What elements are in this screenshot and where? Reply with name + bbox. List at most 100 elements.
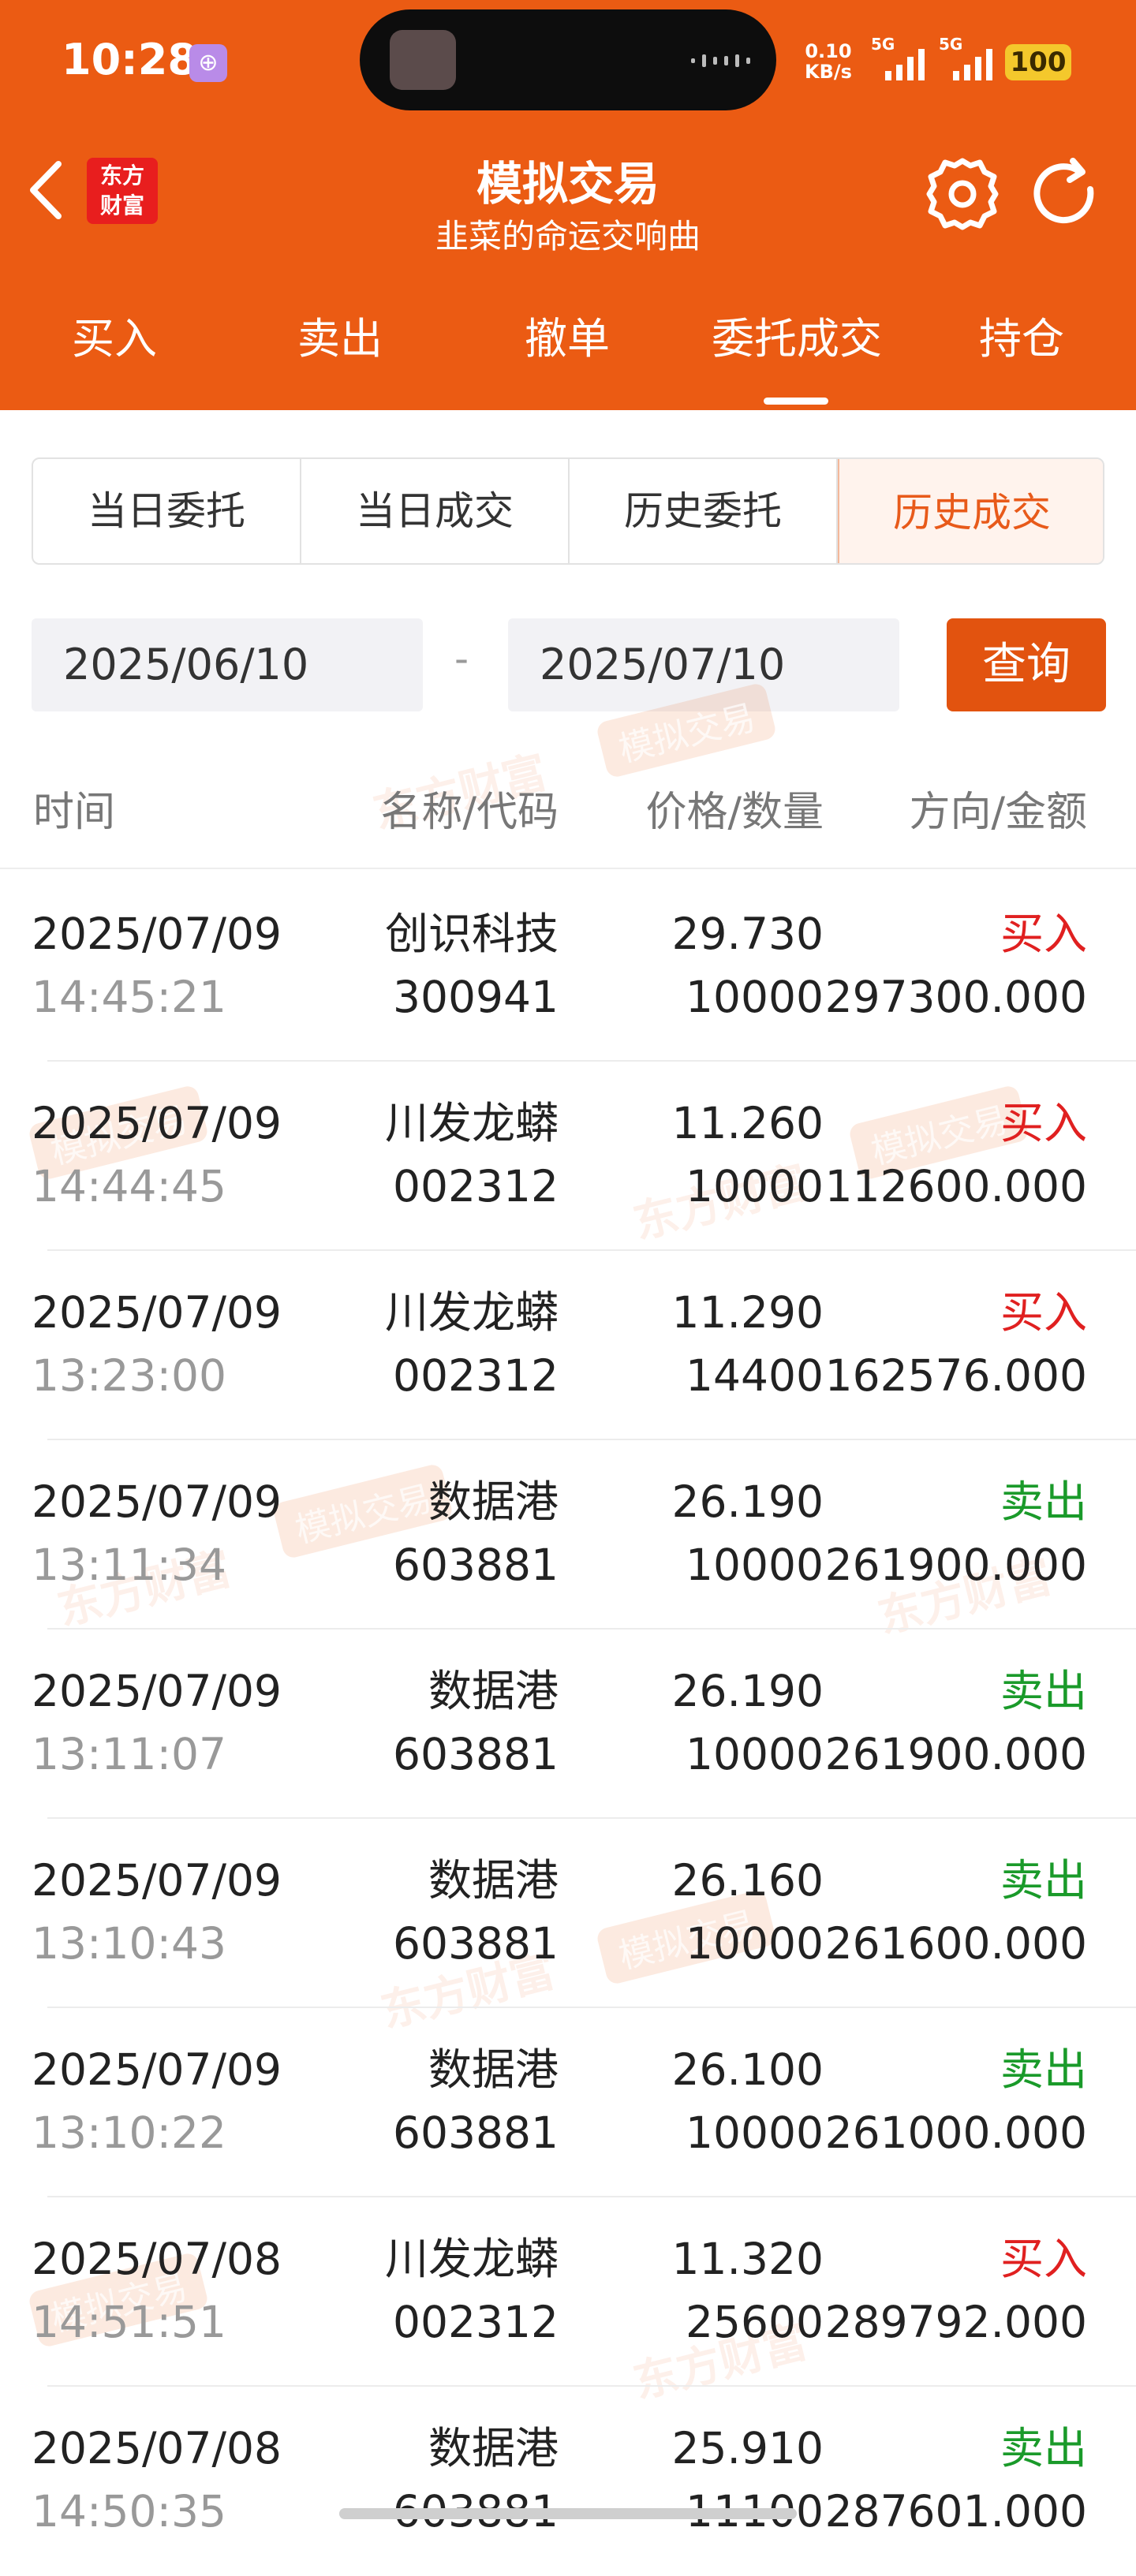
trade-date: 2025/07/09	[32, 1477, 282, 1527]
segment-today-trades[interactable]: 当日成交	[301, 459, 570, 563]
stock-name: 数据港	[428, 2423, 559, 2473]
segment-history-trades[interactable]: 历史成交	[838, 459, 1103, 563]
trade-direction: 卖出	[1000, 1477, 1087, 1527]
stock-name: 数据港	[428, 1477, 559, 1527]
trade-direction: 卖出	[1000, 2044, 1087, 2095]
date-separator: -	[454, 636, 469, 681]
trade-date: 2025/07/09	[32, 1098, 282, 1148]
table-row[interactable]: 2025/07/09 14:45:21 创识科技 300941 29.730 1…	[0, 872, 1136, 1062]
trade-price: 11.320	[671, 2234, 824, 2284]
trade-time: 13:11:07	[32, 1729, 227, 1779]
app-header: 10:28 ⊕ 0.10 KB/s 5G 5G 100 东方 财富 模拟交易 韭…	[0, 0, 1136, 410]
segment-history-orders[interactable]: 历史委托	[570, 459, 838, 563]
trade-direction: 卖出	[1000, 1666, 1087, 1716]
trade-price: 11.260	[671, 1098, 824, 1148]
battery-indicator: 100	[1005, 44, 1071, 80]
refresh-icon[interactable]	[1026, 155, 1104, 233]
stock-code: 603881	[393, 2107, 559, 2158]
status-bar: 10:28 ⊕ 0.10 KB/s 5G 5G 100	[0, 0, 1136, 126]
trade-time: 14:50:35	[32, 2486, 227, 2537]
trade-amount: 287601.000	[824, 2486, 1087, 2537]
dynamic-island[interactable]	[360, 9, 776, 110]
query-button[interactable]: 查询	[947, 618, 1106, 711]
media-thumbnail-icon	[390, 30, 456, 90]
trade-date: 2025/07/09	[32, 909, 282, 959]
header-name-code: 名称/代码	[380, 789, 559, 836]
gear-icon[interactable]	[923, 155, 1002, 233]
trade-date: 2025/07/09	[32, 1666, 282, 1716]
table-row[interactable]: 2025/07/09 13:23:00 川发龙蟒 002312 11.290 1…	[0, 1251, 1136, 1440]
trade-amount: 297300.000	[824, 972, 1087, 1022]
table-row[interactable]: 2025/07/08 14:51:51 川发龙蟒 002312 11.320 2…	[0, 2197, 1136, 2387]
trade-price: 26.160	[671, 1855, 824, 1906]
trade-quantity: 10000	[686, 972, 824, 1022]
audio-wave-icon	[691, 54, 750, 67]
active-tab-indicator	[764, 398, 828, 405]
stock-code: 603881	[393, 1729, 559, 1779]
trade-time: 14:44:45	[32, 1161, 227, 1211]
home-indicator[interactable]	[339, 2508, 797, 2519]
stock-name: 数据港	[428, 1666, 559, 1716]
trade-amount: 289792.000	[824, 2297, 1087, 2347]
trade-direction: 卖出	[1000, 2423, 1087, 2473]
trade-price: 26.100	[671, 2044, 824, 2095]
table-row[interactable]: 2025/07/08 14:50:35 数据港 603881 25.910 11…	[0, 2387, 1136, 2576]
net-speed: 0.10 KB/s	[805, 41, 852, 82]
stock-code: 002312	[393, 1161, 559, 1211]
trade-direction: 买入	[1000, 1287, 1087, 1338]
header-price-qty: 价格/数量	[645, 789, 824, 836]
end-date-field[interactable]: 2025/07/10	[508, 618, 899, 711]
table-row[interactable]: 2025/07/09 13:10:22 数据港 603881 26.100 10…	[0, 2008, 1136, 2197]
tab-buy[interactable]: 买入	[32, 300, 197, 379]
stock-name: 川发龙蟒	[384, 2234, 559, 2284]
trade-quantity: 10000	[686, 1918, 824, 1969]
record-type-segments: 当日委托 当日成交 历史委托 历史成交	[32, 457, 1104, 565]
table-row[interactable]: 2025/07/09 13:11:34 数据港 603881 26.190 10…	[0, 1440, 1136, 1630]
stock-name: 川发龙蟒	[384, 1287, 559, 1338]
trade-price: 25.910	[671, 2423, 824, 2473]
header-direction-amount: 方向/金额	[909, 789, 1087, 836]
trade-quantity: 14400	[686, 1350, 824, 1401]
trade-amount: 261900.000	[824, 1729, 1087, 1779]
trade-date: 2025/07/08	[32, 2234, 282, 2284]
table-row[interactable]: 2025/07/09 13:11:07 数据港 603881 26.190 10…	[0, 1630, 1136, 1819]
status-time: 10:28	[62, 35, 197, 84]
main-tabs: 买入 卖出 撤单 委托成交 持仓	[0, 300, 1136, 405]
stock-name: 川发龙蟒	[384, 1098, 559, 1148]
notification-app-icon: ⊕	[189, 44, 227, 82]
trade-price: 26.190	[671, 1666, 824, 1716]
trade-amount: 261900.000	[824, 1540, 1087, 1590]
trade-date: 2025/07/08	[32, 2423, 282, 2473]
table-row[interactable]: 2025/07/09 14:44:45 川发龙蟒 002312 11.260 1…	[0, 1062, 1136, 1251]
trade-time: 13:23:00	[32, 1350, 227, 1401]
tab-orders-trades[interactable]: 委托成交	[686, 300, 907, 379]
trade-quantity: 10000	[686, 2107, 824, 2158]
trade-direction: 买入	[1000, 2234, 1087, 2284]
signal-bars-icon	[953, 49, 992, 80]
trade-time: 14:45:21	[32, 972, 227, 1022]
trade-direction: 卖出	[1000, 1855, 1087, 1906]
trade-quantity: 10000	[686, 1540, 824, 1590]
header-time: 时间	[33, 789, 116, 836]
start-date-field[interactable]: 2025/06/10	[32, 618, 423, 711]
tab-sell[interactable]: 卖出	[257, 300, 423, 379]
tab-positions[interactable]: 持仓	[939, 300, 1104, 379]
trade-date: 2025/07/09	[32, 2044, 282, 2095]
trade-price: 11.290	[671, 1287, 824, 1338]
stock-name: 数据港	[428, 2044, 559, 2095]
table-header: 时间 名称/代码 价格/数量 方向/金额	[0, 757, 1136, 869]
segment-today-orders[interactable]: 当日委托	[33, 459, 301, 563]
trade-price: 29.730	[671, 909, 824, 959]
trade-amount: 162576.000	[824, 1350, 1087, 1401]
trade-direction: 买入	[1000, 1098, 1087, 1148]
stock-code: 603881	[393, 1918, 559, 1969]
tab-cancel[interactable]: 撤单	[484, 300, 650, 379]
trade-date: 2025/07/09	[32, 1855, 282, 1906]
trade-quantity: 25600	[686, 2297, 824, 2347]
trade-price: 26.190	[671, 1477, 824, 1527]
trade-time: 14:51:51	[32, 2297, 227, 2347]
trade-quantity: 10000	[686, 1729, 824, 1779]
trade-amount: 261600.000	[824, 1918, 1087, 1969]
table-row[interactable]: 2025/07/09 13:10:43 数据港 603881 26.160 10…	[0, 1819, 1136, 2008]
trade-direction: 买入	[1000, 909, 1087, 959]
